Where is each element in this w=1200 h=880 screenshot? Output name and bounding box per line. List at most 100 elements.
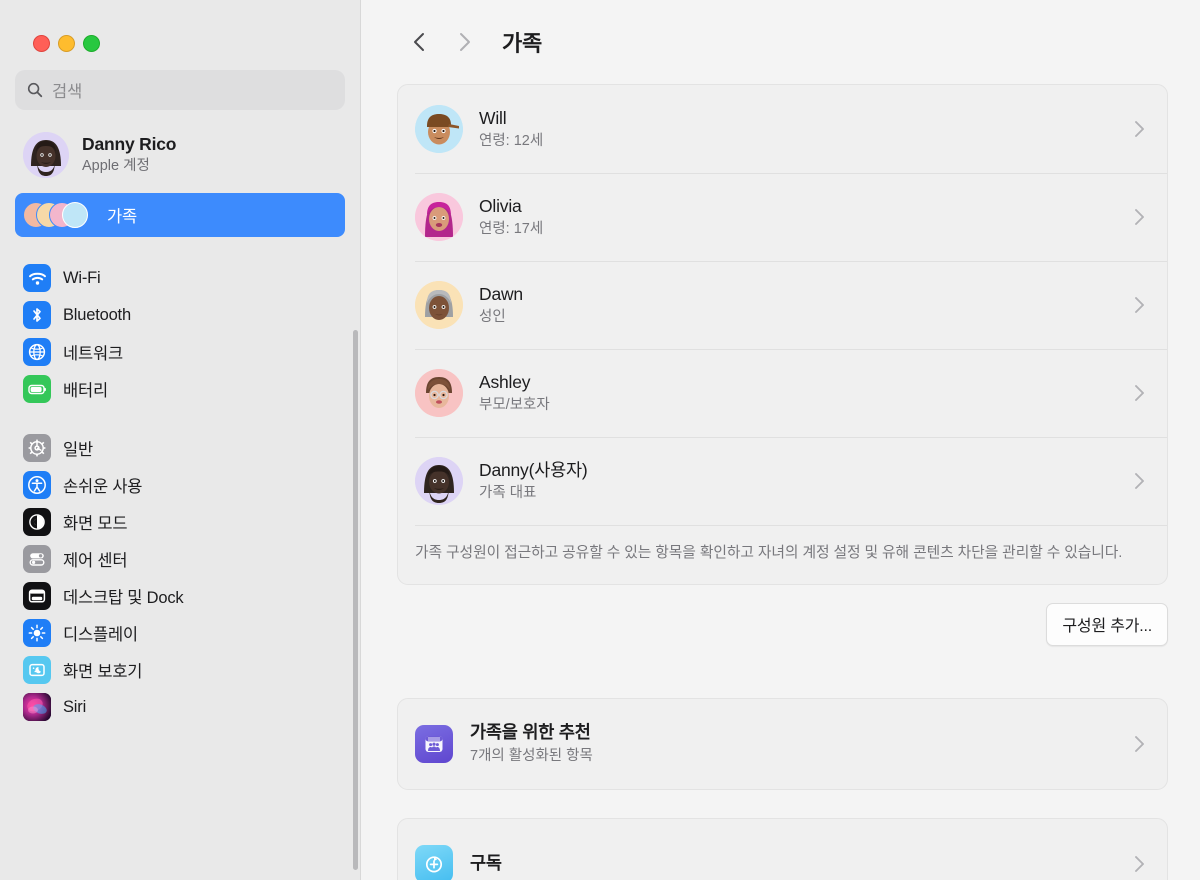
avatar <box>415 457 463 505</box>
search-placeholder: 검색 <box>52 83 83 101</box>
window-controls <box>0 0 360 52</box>
avatar <box>23 132 69 178</box>
account-subtitle: Apple 계정 <box>82 157 150 174</box>
member-text: Olivia 연령: 17세 <box>479 196 1134 239</box>
siri-icon <box>23 693 51 721</box>
app-text: 가족을 위한 추천 7개의 활성화된 항목 <box>470 722 1134 765</box>
sidebar-divider-1 <box>15 238 345 260</box>
sidebar-item-screensaver[interactable]: 화면 보호기 <box>15 652 345 688</box>
bluetooth-icon <box>23 301 51 329</box>
list-item[interactable]: 가족을 위한 추천 7개의 활성화된 항목 <box>398 699 1167 789</box>
family-description: 가족 구성원이 접근하고 공유할 수 있는 항목을 확인하고 자녀의 계정 설정… <box>398 525 1167 584</box>
sidebar-item-general[interactable]: 일반 <box>15 430 345 466</box>
member-name: Will <box>479 107 507 128</box>
search-input[interactable]: 검색 <box>15 70 345 110</box>
member-name: Olivia <box>479 195 522 216</box>
sidebar-item-battery[interactable]: 배터리 <box>15 371 345 407</box>
accessibility-icon <box>23 471 51 499</box>
chevron-right-icon <box>1134 208 1149 226</box>
chevron-right-icon <box>1134 855 1149 873</box>
forward-chevron-icon <box>460 33 470 51</box>
control-center-icon <box>23 545 51 573</box>
sidebar-item-label: Bluetooth <box>63 305 131 324</box>
toolbar: 가족 <box>361 0 1200 84</box>
table-row[interactable]: Olivia 연령: 17세 <box>398 173 1167 261</box>
account-text: Danny Rico Apple 계정 <box>82 134 176 175</box>
member-name: Danny(사용자) <box>479 459 588 480</box>
member-name: Ashley <box>479 371 531 392</box>
account-name: Danny Rico <box>82 134 177 155</box>
sidebar-item-label: 일반 <box>63 441 93 459</box>
sidebar-item-accessibility[interactable]: 손쉬운 사용 <box>15 467 345 503</box>
member-role: 부모/보호자 <box>479 397 550 414</box>
list-item[interactable]: 구독 <box>398 819 1167 880</box>
minimize-button[interactable] <box>58 35 75 52</box>
table-row[interactable]: Dawn 성인 <box>398 261 1167 349</box>
forward-button[interactable] <box>442 20 486 64</box>
sidebar-item-label: 화면 모드 <box>63 515 128 533</box>
sidebar-item-label: 데스크탑 및 Dock <box>63 589 184 607</box>
sidebar-item-apple-account[interactable]: Danny Rico Apple 계정 <box>15 126 345 184</box>
subscriptions-card[interactable]: 구독 <box>397 817 1168 880</box>
system-settings-window: 검색 Danny Rico Apple 계정 가족 Wi-Fi Bluetoot… <box>0 0 1200 880</box>
back-button[interactable] <box>398 20 442 64</box>
app-title: 구독 <box>470 852 502 873</box>
member-role: 가족 대표 <box>479 485 537 502</box>
sidebar-item-label: 디스플레이 <box>63 626 138 644</box>
sidebar-item-network[interactable]: 네트워크 <box>15 334 345 370</box>
sidebar-item-control-center[interactable]: 제어 센터 <box>15 541 345 577</box>
add-member-button[interactable]: 구성원 추가... <box>1046 602 1168 646</box>
screensaver-icon <box>23 656 51 684</box>
appearance-icon <box>23 508 51 536</box>
avatar <box>415 193 463 241</box>
sidebar-item-desktop-dock[interactable]: 데스크탑 및 Dock <box>15 578 345 614</box>
section-spacer-2 <box>361 790 1200 818</box>
sidebar-item-label: Siri <box>63 697 87 716</box>
family-members-card: Will 연령: 12세 Olivia 연령: 17세 Dawn 성인 Ashl… <box>397 84 1168 585</box>
family-recommendations-card[interactable]: 가족을 위한 추천 7개의 활성화된 항목 <box>397 697 1168 790</box>
member-text: Danny(사용자) 가족 대표 <box>479 460 1134 503</box>
subscriptions-icon <box>415 844 453 880</box>
chevron-right-icon <box>1134 384 1149 402</box>
member-role: 연령: 12세 <box>479 133 544 150</box>
table-row[interactable]: Danny(사용자) 가족 대표 <box>398 437 1167 525</box>
member-role: 성인 <box>479 309 506 326</box>
sidebar-item-label: 제어 센터 <box>63 552 128 570</box>
sidebar-item-siri[interactable]: Siri <box>15 689 345 725</box>
sidebar-item-label: 가족 <box>107 208 137 226</box>
sidebar-divider-2 <box>15 408 345 430</box>
avatar <box>415 105 463 153</box>
sidebar-item-wifi[interactable]: Wi-Fi <box>15 260 345 296</box>
family-checklist-icon <box>415 724 453 763</box>
chevron-right-icon <box>1134 296 1149 314</box>
chevron-right-icon <box>1134 735 1149 753</box>
zoom-button[interactable] <box>83 35 100 52</box>
chevron-right-icon <box>1134 472 1149 490</box>
sidebar-item-family[interactable]: 가족 <box>15 193 345 237</box>
member-text: Ashley 부모/보호자 <box>479 372 1134 415</box>
sidebar-item-label: 네트워크 <box>63 345 123 363</box>
sidebar-item-bluetooth[interactable]: Bluetooth <box>15 297 345 333</box>
close-button[interactable] <box>33 35 50 52</box>
wifi-icon <box>23 264 51 292</box>
search-icon <box>27 82 43 98</box>
desktop-dock-icon <box>23 582 51 610</box>
sidebar-item-appearance[interactable]: 화면 모드 <box>15 504 345 540</box>
page-title: 가족 <box>502 31 542 56</box>
globe-icon <box>23 338 51 366</box>
app-text: 구독 <box>470 853 1134 875</box>
main-content: 가족 Will 연령: 12세 Olivia 연령: 17세 Dawn 성인 A… <box>361 0 1200 880</box>
sidebar-scrollbar[interactable] <box>353 330 358 870</box>
chevron-right-icon <box>1134 120 1149 138</box>
table-row[interactable]: Ashley 부모/보호자 <box>398 349 1167 437</box>
sidebar-item-label: 배터리 <box>63 382 108 400</box>
add-member-row: 구성원 추가... <box>361 585 1200 646</box>
sidebar-item-label: Wi-Fi <box>63 268 101 287</box>
sidebar-item-displays[interactable]: 디스플레이 <box>15 615 345 651</box>
avatar <box>415 281 463 329</box>
table-row[interactable]: Will 연령: 12세 <box>398 85 1167 173</box>
member-role: 연령: 17세 <box>479 221 544 238</box>
display-brightness-icon <box>23 619 51 647</box>
member-text: Dawn 성인 <box>479 284 1134 327</box>
